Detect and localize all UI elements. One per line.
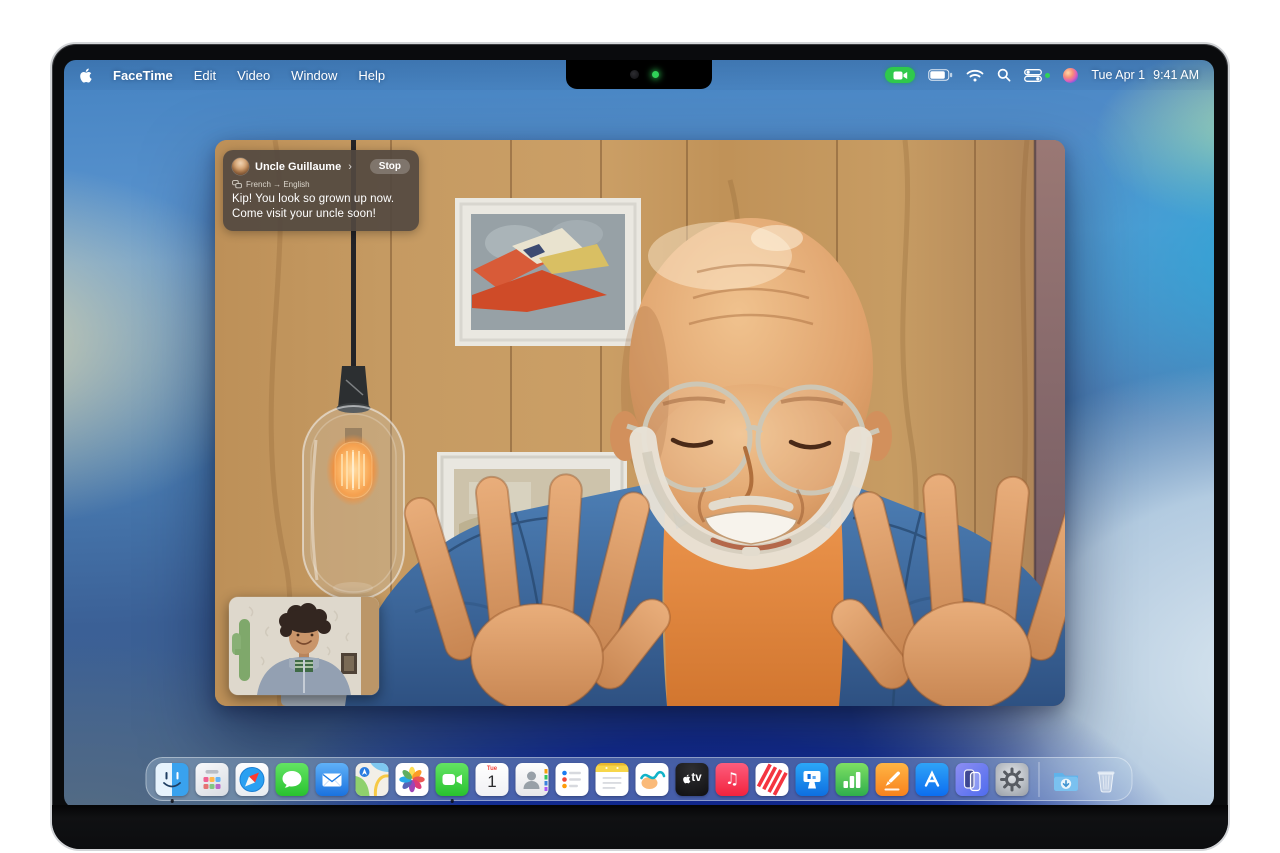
translation-direction: French → English [246, 180, 310, 189]
dock-item-music[interactable]: ♫ [716, 763, 749, 796]
dock-item-calendar[interactable]: Tue1 [476, 763, 509, 796]
menu-video[interactable]: Video [237, 68, 270, 83]
dock-item-appstore[interactable] [916, 763, 949, 796]
dock-item-safari[interactable] [236, 763, 269, 796]
music-note-icon: ♫ [725, 771, 739, 787]
live-translation-overlay: Uncle Guillaume › Stop French → English … [223, 150, 419, 231]
dock-item-facetime[interactable] [436, 763, 469, 796]
facetime-active-indicator-icon[interactable] [885, 67, 915, 83]
dock-item-freeform[interactable] [636, 763, 669, 796]
chevron-right-icon: › [348, 161, 352, 173]
clock-time: 9:41 AM [1153, 68, 1199, 82]
self-view-pip[interactable] [229, 597, 379, 695]
dock-item-trash[interactable] [1090, 763, 1123, 796]
facetime-window[interactable]: Uncle Guillaume › Stop French → English … [215, 140, 1065, 706]
dock-item-notes[interactable] [596, 763, 629, 796]
dock-item-numbers[interactable] [836, 763, 869, 796]
dock-separator [1039, 762, 1040, 797]
caption-line-2: Come visit your uncle soon! [232, 207, 410, 222]
caller-avatar [232, 158, 249, 175]
dock-item-photos[interactable] [396, 763, 429, 796]
dock-item-iphone-mirroring[interactable] [956, 763, 989, 796]
dock-item-messages[interactable] [276, 763, 309, 796]
calendar-day: 1 [487, 773, 496, 790]
menu-window[interactable]: Window [291, 68, 337, 83]
dock-item-settings[interactable] [996, 763, 1029, 796]
dock-item-launchpad[interactable] [196, 763, 229, 796]
clock-date: Tue Apr 1 [1091, 68, 1145, 82]
spotlight-search-icon[interactable] [997, 68, 1011, 82]
caption-line-1: Kip! You look so grown up now. [232, 192, 410, 207]
status-dot-icon [1045, 73, 1050, 78]
dock-item-tv[interactable]: tv [676, 763, 709, 796]
desktop-wallpaper: FaceTime Edit Video Window Help [64, 60, 1214, 808]
menu-facetime[interactable]: FaceTime [113, 68, 173, 83]
translate-icon [232, 180, 242, 189]
dock-item-pages[interactable] [876, 763, 909, 796]
dock-item-mail[interactable] [316, 763, 349, 796]
apple-menu-icon[interactable] [79, 68, 92, 83]
stop-translation-button[interactable]: Stop [370, 159, 410, 174]
menubar-clock[interactable]: Tue Apr 1 9:41 AM [1091, 68, 1199, 82]
dock-item-contacts[interactable] [516, 763, 549, 796]
tv-label: tv [691, 773, 701, 785]
camera-indicator-light [652, 71, 659, 78]
wifi-icon[interactable] [966, 69, 984, 82]
display-notch [566, 60, 712, 89]
caller-name[interactable]: Uncle Guillaume [255, 161, 341, 173]
control-center-icon[interactable] [1024, 69, 1050, 82]
siri-icon[interactable] [1063, 68, 1078, 83]
dock-item-finder[interactable] [156, 763, 189, 796]
dock-item-news[interactable] [756, 763, 789, 796]
macbook-chassis: FaceTime Edit Video Window Help [50, 42, 1230, 851]
laptop-base [52, 805, 1228, 849]
battery-icon[interactable] [928, 69, 953, 81]
dock-item-reminders[interactable] [556, 763, 589, 796]
menu-help[interactable]: Help [358, 68, 385, 83]
dock-item-maps[interactable] [356, 763, 389, 796]
menu-edit[interactable]: Edit [194, 68, 216, 83]
dock-item-downloads[interactable] [1050, 763, 1083, 796]
local-video-feed [229, 597, 379, 695]
dock: Tue1 tv ♫ [146, 757, 1133, 801]
webcam-icon [630, 70, 639, 79]
dock-item-keynote[interactable] [796, 763, 829, 796]
